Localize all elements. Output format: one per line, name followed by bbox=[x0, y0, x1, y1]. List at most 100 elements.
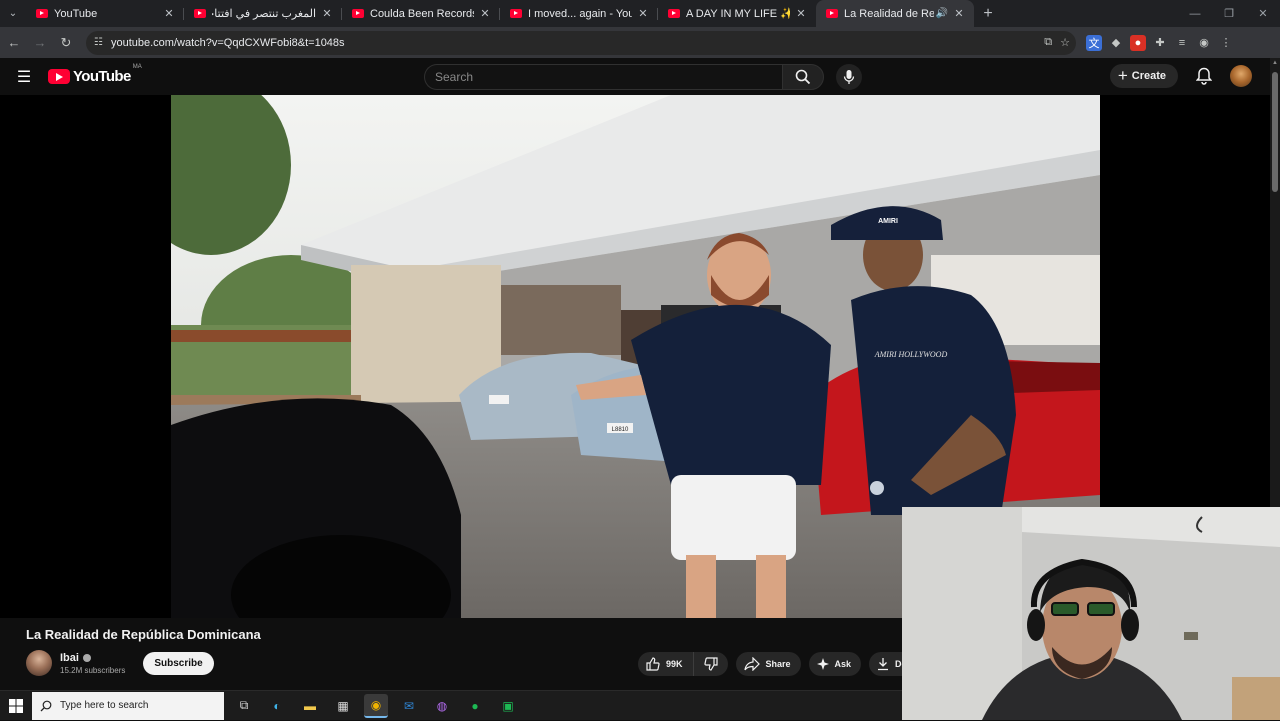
hamburger-menu-icon[interactable]: ☰ bbox=[0, 67, 48, 87]
restore-icon[interactable]: ❐ bbox=[1212, 0, 1246, 27]
taskbar-apps: ⧉ ◐ ▬ ▦ ◉ ✉ ◍ ● ▣ bbox=[232, 693, 520, 718]
tab-search-icon[interactable]: ⌄ bbox=[0, 0, 26, 27]
like-count: 99K bbox=[666, 659, 683, 669]
tab-close-icon[interactable]: ✕ bbox=[794, 7, 808, 20]
tab-close-icon[interactable]: ✕ bbox=[162, 7, 176, 20]
site-info-icon[interactable]: ☷ bbox=[94, 37, 103, 48]
browser-tab[interactable]: المغرب تنتصر في افتتاحية كأس الأ ✕ bbox=[184, 0, 342, 27]
notifications-button[interactable] bbox=[1192, 64, 1216, 88]
extensions-puzzle-icon[interactable]: ✚ bbox=[1152, 35, 1168, 51]
app-icon[interactable]: ▣ bbox=[496, 694, 520, 718]
new-tab-button[interactable]: + bbox=[974, 5, 1002, 23]
search-button[interactable] bbox=[782, 64, 824, 90]
dislike-button[interactable] bbox=[694, 652, 728, 676]
tab-close-icon[interactable]: ✕ bbox=[636, 7, 650, 20]
share-label: Share bbox=[765, 659, 791, 669]
edge-icon[interactable]: ◐ bbox=[265, 694, 289, 718]
chrome-icon[interactable]: ◉ bbox=[364, 693, 388, 718]
close-window-icon[interactable]: ✕ bbox=[1246, 0, 1280, 27]
minimize-icon[interactable]: — bbox=[1178, 0, 1212, 27]
bookmark-star-icon[interactable]: ☆ bbox=[1060, 36, 1070, 49]
youtube-favicon-icon bbox=[352, 9, 364, 18]
youtube-favicon-icon bbox=[668, 9, 680, 18]
like-dislike-group: 99K bbox=[638, 652, 728, 676]
thumb-up-icon bbox=[646, 657, 660, 671]
country-code: MA bbox=[132, 64, 142, 70]
youtube-favicon-icon bbox=[510, 9, 522, 18]
youtube-favicon-icon bbox=[194, 9, 206, 18]
task-view-icon[interactable]: ⧉ bbox=[232, 694, 256, 718]
masthead-actions: + Create bbox=[1109, 64, 1252, 88]
outlook-icon[interactable]: ✉ bbox=[397, 694, 421, 718]
red-extension-icon[interactable]: ● bbox=[1130, 34, 1146, 51]
start-button[interactable] bbox=[0, 691, 32, 721]
youtube-logo[interactable]: YouTube MA bbox=[48, 64, 142, 85]
store-icon[interactable]: ▦ bbox=[331, 694, 355, 718]
subscriber-count: 15.2M subscribers bbox=[60, 665, 126, 675]
search-bar: Search bbox=[424, 64, 862, 90]
search-input[interactable]: Search bbox=[424, 64, 782, 90]
browser-tab[interactable]: I moved... again - YouTube ✕ bbox=[500, 0, 658, 27]
windows-logo-icon bbox=[9, 698, 23, 713]
address-bar[interactable]: ☷ youtube.com/watch?v=QqdCXWFobi8&t=1048… bbox=[86, 30, 1076, 55]
tab-title: المغرب تنتصر في افتتاحية كأس الأ bbox=[212, 8, 316, 20]
user-avatar[interactable] bbox=[1230, 65, 1252, 87]
cap-logo-text: AMIRI bbox=[878, 218, 898, 225]
browser-tab[interactable]: YouTube ✕ bbox=[26, 0, 184, 27]
channel-name[interactable]: Ibai bbox=[60, 652, 125, 664]
sparkle-icon bbox=[816, 658, 829, 670]
browser-tab-strip: ⌄ YouTube ✕ المغرب تنتصر في افتتاحية كأس… bbox=[0, 0, 1280, 27]
tab-title: YouTube bbox=[54, 7, 98, 20]
taskbar-search-box[interactable]: Type here to search bbox=[32, 691, 224, 720]
browser-tab[interactable]: Coulda Been Records BROOKLYN ✕ bbox=[342, 0, 500, 27]
url-text: youtube.com/watch?v=QqdCXWFobi8&t=1048s bbox=[110, 36, 345, 49]
tab-close-icon[interactable]: ✕ bbox=[320, 7, 334, 20]
logo-wordmark: YouTube bbox=[73, 68, 131, 85]
scrollbar-thumb[interactable] bbox=[1272, 72, 1278, 192]
tab-title: La Realidad de República D bbox=[844, 7, 934, 20]
youtube-favicon-icon bbox=[826, 9, 838, 18]
install-app-icon[interactable]: ⧉ bbox=[1044, 36, 1052, 49]
tab-title: I moved... again - YouTube bbox=[528, 7, 632, 20]
webcam-overlay bbox=[902, 507, 1280, 720]
channel-name-text: Ibai bbox=[60, 651, 79, 664]
tab-close-icon[interactable]: ✕ bbox=[952, 7, 966, 20]
browser-tab[interactable]: A DAY IN MY LIFE ✨ بعث شعري ✕ bbox=[658, 0, 816, 27]
messenger-icon[interactable]: ◍ bbox=[430, 694, 454, 718]
back-icon[interactable]: ← bbox=[2, 31, 26, 55]
reading-list-icon[interactable]: ≡ bbox=[1174, 35, 1190, 51]
spotify-icon[interactable]: ● bbox=[463, 694, 487, 718]
profile-icon[interactable]: ◉ bbox=[1196, 35, 1212, 51]
speaker-icon[interactable]: 🔊 bbox=[936, 8, 948, 19]
plus-icon: + bbox=[1117, 66, 1128, 85]
download-icon bbox=[878, 658, 889, 671]
browser-tab-active[interactable]: La Realidad de República D 🔊 ✕ bbox=[816, 0, 974, 27]
ask-label: Ask bbox=[834, 659, 852, 669]
diamond-extension-icon[interactable]: ◆ bbox=[1108, 35, 1124, 51]
video-title: La Realidad de República Dominicana bbox=[26, 627, 261, 642]
plate-text: L8810 bbox=[612, 427, 629, 433]
voice-search-button[interactable] bbox=[836, 64, 862, 90]
file-explorer-icon[interactable]: ▬ bbox=[298, 694, 322, 718]
video-actions: 99K Share Ask Dow bbox=[638, 652, 925, 676]
youtube-favicon-icon bbox=[36, 9, 48, 18]
shirt-print-text: AMIRI HOLLYWOOD bbox=[874, 350, 948, 359]
extensions-area: 文 ◆ ● ✚ ≡ ◉ ⋮ bbox=[1086, 34, 1234, 51]
chrome-menu-icon[interactable]: ⋮ bbox=[1218, 35, 1234, 51]
reload-icon[interactable]: ↻ bbox=[54, 31, 78, 55]
scroll-up-icon[interactable]: ▲ bbox=[1272, 60, 1278, 66]
channel-meta: Ibai 15.2M subscribers bbox=[60, 652, 125, 675]
create-button[interactable]: + Create bbox=[1109, 64, 1178, 88]
forward-icon[interactable]: → bbox=[28, 31, 52, 55]
tab-close-icon[interactable]: ✕ bbox=[478, 7, 492, 20]
taskbar-search-placeholder: Type here to search bbox=[60, 700, 149, 711]
share-button[interactable]: Share bbox=[735, 652, 801, 676]
ask-button[interactable]: Ask bbox=[808, 652, 862, 676]
tab-title: A DAY IN MY LIFE ✨ بعث شعري bbox=[686, 8, 790, 20]
channel-avatar[interactable] bbox=[26, 650, 52, 676]
translate-extension-icon[interactable]: 文 bbox=[1086, 34, 1102, 51]
search-icon bbox=[40, 700, 52, 711]
like-button[interactable]: 99K bbox=[638, 652, 694, 676]
subscribe-button[interactable]: Subscribe bbox=[143, 651, 214, 675]
search-icon bbox=[795, 69, 811, 85]
